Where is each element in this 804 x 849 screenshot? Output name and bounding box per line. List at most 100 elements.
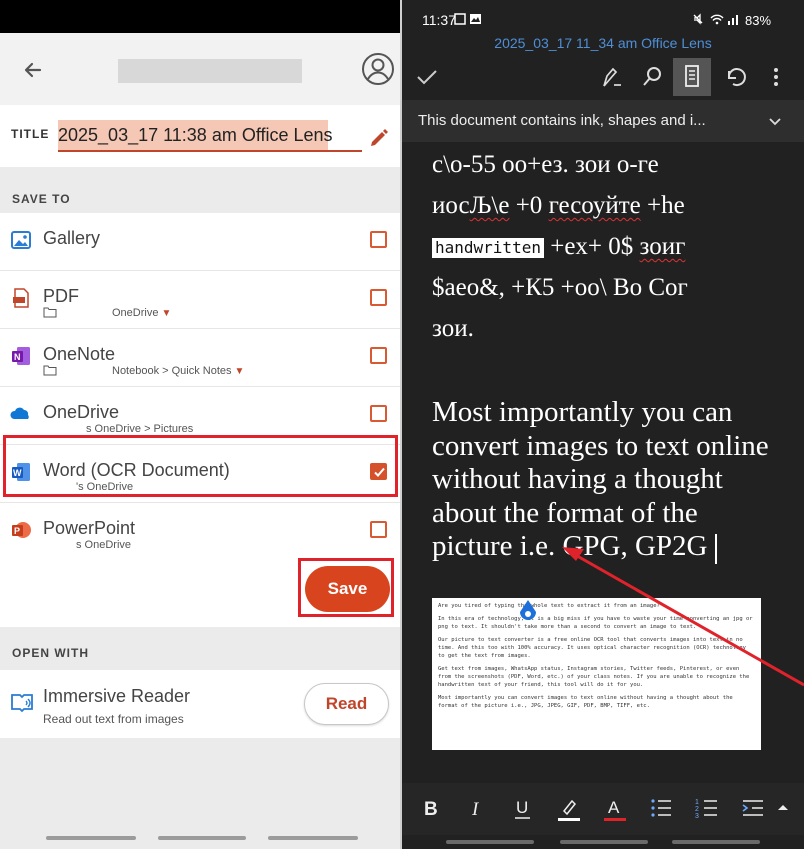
svg-text:1: 1 xyxy=(695,799,699,806)
english-paragraph[interactable]: Most importantly you can convert images … xyxy=(432,396,782,564)
save-item-onenote[interactable]: N OneNote Notebook > Quick Notes ▼ xyxy=(0,329,402,387)
chevron-down-icon[interactable] xyxy=(768,114,782,128)
document-body[interactable]: c\o-55 oo+ез. зои o-ге иосЉ\е +0 гесоуйт… xyxy=(432,144,782,349)
immersive-reader-description: Read out text from images xyxy=(43,712,184,726)
ink-image[interactable]: Are you tired of typing the whole text t… xyxy=(432,598,761,750)
save-item-location[interactable]: Notebook > Quick Notes ▼ xyxy=(112,365,244,377)
status-bar xyxy=(0,0,402,33)
pdf-checkbox[interactable] xyxy=(370,289,387,306)
handwritten-word: handwritten xyxy=(432,238,544,259)
reading-view-icon[interactable] xyxy=(673,58,711,96)
immersive-reader-name: Immersive Reader xyxy=(43,686,191,706)
search-icon[interactable] xyxy=(637,62,667,92)
read-button[interactable]: Read xyxy=(304,683,389,725)
open-with-label: OPEN WITH xyxy=(12,646,89,660)
svg-text:N: N xyxy=(14,352,21,362)
bold-icon[interactable]: B xyxy=(416,793,446,823)
document-title: 2025_03_17 11_34 am Office Lens xyxy=(494,35,712,51)
more-options-icon[interactable] xyxy=(761,62,791,92)
ink-line: Most importantly you can convert images … xyxy=(438,695,733,709)
save-item-label: PDF xyxy=(43,286,79,306)
underline-icon[interactable]: U xyxy=(508,793,538,823)
save-item-gallery[interactable]: Gallery xyxy=(0,213,402,271)
indent-icon[interactable] xyxy=(738,793,768,823)
checkmark-icon xyxy=(374,467,385,477)
word-checkbox[interactable] xyxy=(370,463,387,480)
powerpoint-icon: P xyxy=(12,522,31,538)
save-panel: TITLE SAVE TO Gallery PDF OneDrive▼ xyxy=(0,0,402,849)
banner-text: This document contains ink, shapes and i… xyxy=(418,112,706,129)
expand-toolbar-icon[interactable] xyxy=(772,793,794,823)
ocr-line: зои. xyxy=(432,315,474,342)
save-item-label: Gallery xyxy=(43,228,101,248)
done-check-icon[interactable] xyxy=(412,62,442,92)
save-item-word[interactable]: W Word (OCR Document) 's OneDrive xyxy=(0,445,402,503)
italic-icon[interactable]: I xyxy=(462,793,492,823)
save-item-powerpoint[interactable]: P PowerPoint s OneDrive xyxy=(0,503,402,561)
ink-line: Get text from images, WhatsApp status, I… xyxy=(438,666,750,688)
save-item-location: s OneDrive xyxy=(76,539,132,551)
ink-line: In this era of technology, it is a big m… xyxy=(438,616,753,630)
profile-icon[interactable] xyxy=(360,51,396,87)
numbered-list-icon[interactable]: 123 xyxy=(692,793,722,823)
app-header xyxy=(0,33,402,105)
onedrive-icon xyxy=(10,407,29,419)
svg-text:3: 3 xyxy=(695,813,699,820)
bullet-list-icon[interactable] xyxy=(646,793,676,823)
save-item-location[interactable]: OneDrive ▼ xyxy=(112,307,171,319)
status-time: 11:37 xyxy=(422,12,456,28)
title-input[interactable] xyxy=(58,120,362,152)
cursor-handle-icon[interactable] xyxy=(518,598,538,624)
title-label: TITLE xyxy=(11,127,50,141)
font-color-icon[interactable]: A xyxy=(600,793,630,823)
gallery-checkbox[interactable] xyxy=(370,231,387,248)
format-toolbar: B I U A 123 xyxy=(402,783,804,835)
ocr-line: иосЉ\е +0 гесоуйте +he xyxy=(432,192,685,219)
battery-level: 83% xyxy=(745,13,772,28)
word-icon: W xyxy=(12,463,30,481)
document-panel: 11:37 83% 2025_03_17 11_34 am Office Len… xyxy=(402,0,804,849)
immersive-reader-icon xyxy=(11,694,33,713)
document-toolbar xyxy=(402,56,804,98)
save-area: Save xyxy=(0,555,402,627)
status-bar: 11:37 83% xyxy=(402,0,804,34)
powerpoint-checkbox[interactable] xyxy=(370,521,387,538)
save-destinations-list: Gallery PDF OneDrive ▼ N OneNote Notebook… xyxy=(0,213,402,561)
save-button[interactable]: Save xyxy=(305,566,390,612)
svg-text:W: W xyxy=(13,468,22,478)
navigation-bar xyxy=(402,835,804,849)
save-item-onedrive[interactable]: OneDrive s OneDrive > Pictures xyxy=(0,387,402,445)
onenote-checkbox[interactable] xyxy=(370,347,387,364)
onedrive-checkbox[interactable] xyxy=(370,405,387,422)
save-item-location: s OneDrive > Pictures xyxy=(86,423,194,435)
svg-text:I: I xyxy=(471,799,480,820)
svg-text:2: 2 xyxy=(695,806,699,813)
navigation-bar xyxy=(0,830,402,849)
save-item-pdf[interactable]: PDF OneDrive ▼ xyxy=(0,271,402,329)
svg-text:U: U xyxy=(516,798,528,817)
svg-text:B: B xyxy=(424,799,438,820)
onenote-icon: N xyxy=(12,347,30,365)
pencil-icon[interactable] xyxy=(368,127,390,149)
save-item-label: OneNote xyxy=(43,344,116,364)
info-banner[interactable]: This document contains ink, shapes and i… xyxy=(402,100,804,142)
back-arrow-icon[interactable] xyxy=(18,55,48,85)
folder-icon xyxy=(43,307,57,318)
save-item-label: Word (OCR Document) xyxy=(43,460,230,480)
draw-pen-icon[interactable] xyxy=(596,62,626,92)
gallery-icon xyxy=(11,231,31,249)
undo-icon[interactable] xyxy=(720,62,750,92)
highlighter-icon[interactable] xyxy=(554,793,584,823)
system-icons xyxy=(693,13,738,25)
pdf-icon xyxy=(13,288,29,308)
folder-icon xyxy=(43,365,57,376)
svg-text:A: A xyxy=(608,798,620,817)
save-item-label: OneDrive xyxy=(43,402,120,422)
svg-text:P: P xyxy=(14,526,20,536)
ocr-line: handwritten +ex+ 0$ зоиг xyxy=(432,226,782,267)
save-item-location: 's OneDrive xyxy=(76,481,134,493)
save-item-label: PowerPoint xyxy=(43,518,136,538)
open-with-row: Immersive Reader Read out text from imag… xyxy=(0,670,402,738)
text-cursor xyxy=(715,533,718,564)
chevron-down-icon: ▼ xyxy=(161,308,172,319)
